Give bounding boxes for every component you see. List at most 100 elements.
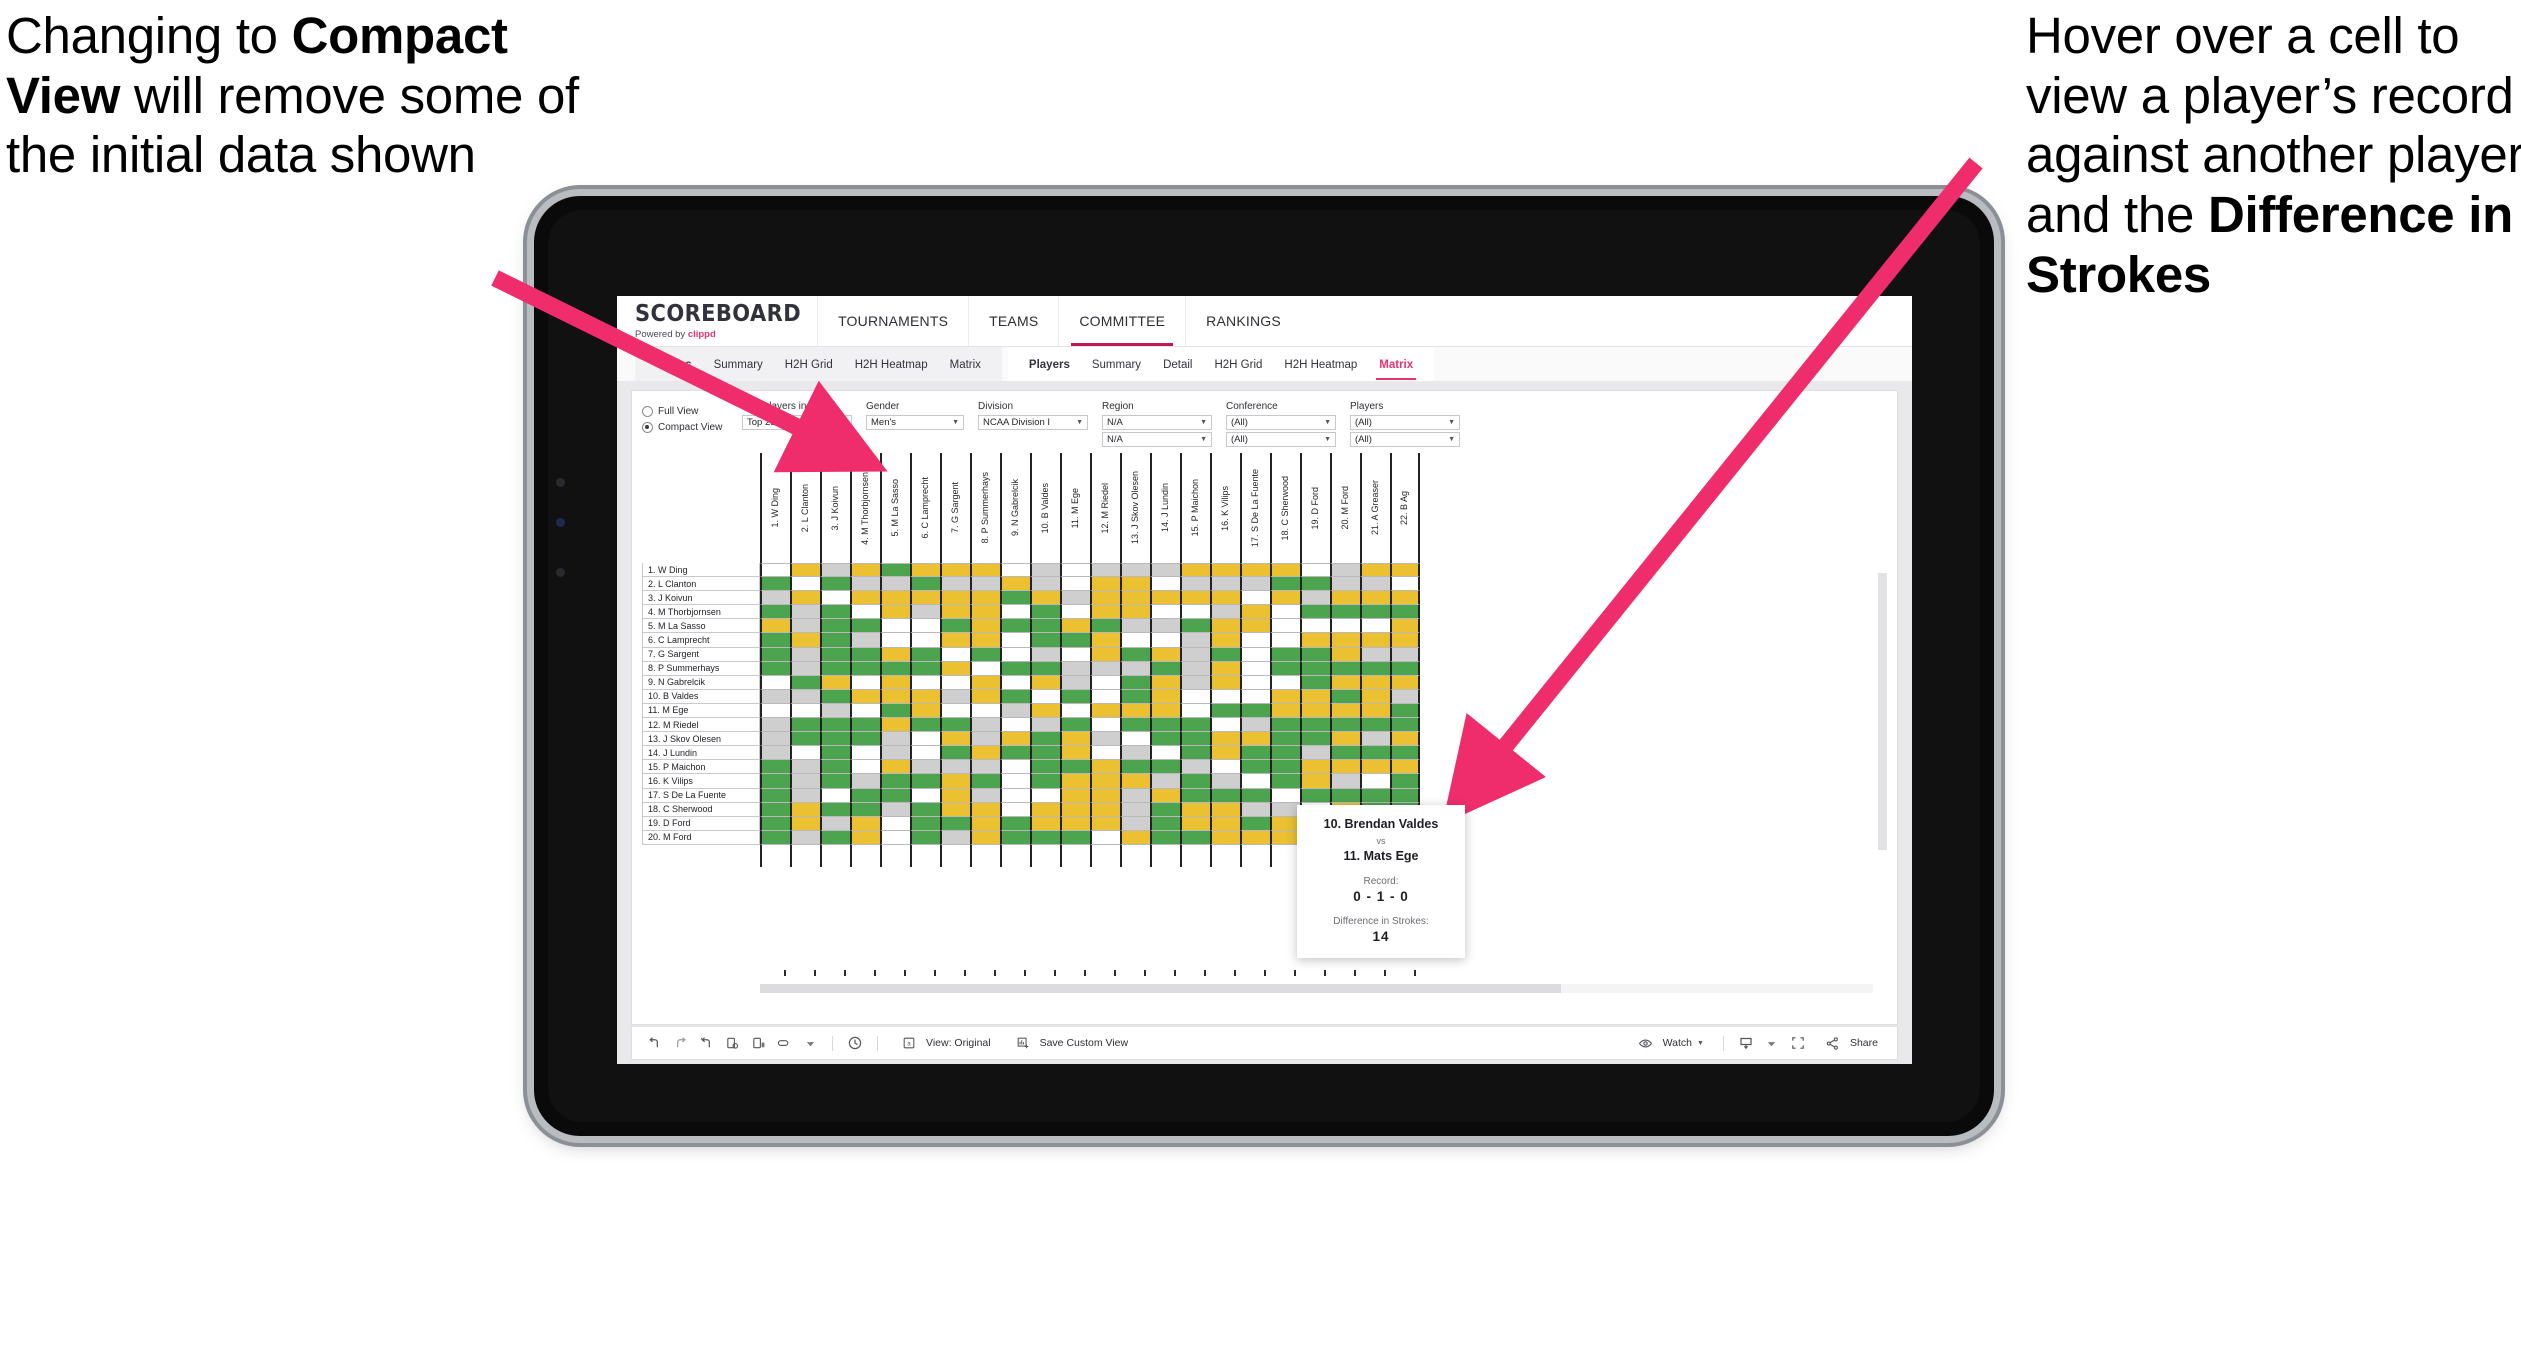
matrix-cell[interactable]: [1120, 619, 1150, 634]
matrix-cell[interactable]: [910, 718, 940, 733]
matrix-cell[interactable]: [820, 591, 850, 606]
matrix-cell[interactable]: [1390, 605, 1420, 620]
matrix-cell[interactable]: [1210, 844, 1240, 867]
matrix-cell[interactable]: [1330, 703, 1360, 719]
matrix-cell[interactable]: [1060, 774, 1090, 789]
matrix-cell[interactable]: [1330, 591, 1360, 606]
matrix-cell[interactable]: [1150, 689, 1180, 704]
matrix-cell[interactable]: [1240, 760, 1270, 775]
filter-players-select-1[interactable]: (All) ▼: [1350, 415, 1460, 430]
matrix-cell[interactable]: [1240, 647, 1270, 662]
matrix-cell[interactable]: [1210, 788, 1240, 803]
matrix-cell[interactable]: [760, 816, 790, 831]
matrix-cell[interactable]: [1210, 774, 1240, 789]
matrix-cell[interactable]: [760, 577, 790, 592]
matrix-cell[interactable]: [1060, 591, 1090, 606]
matrix-cell[interactable]: [940, 802, 970, 817]
matrix-cell[interactable]: [880, 647, 910, 662]
matrix-cell[interactable]: [1390, 633, 1420, 648]
matrix-cell[interactable]: [970, 591, 1000, 606]
matrix-cell[interactable]: [1390, 661, 1420, 676]
matrix-cell[interactable]: [1090, 661, 1120, 676]
matrix-cell[interactable]: [970, 675, 1000, 690]
matrix-cell[interactable]: [820, 774, 850, 789]
matrix-cell[interactable]: [1090, 830, 1120, 845]
matrix-cell[interactable]: [850, 605, 880, 620]
matrix-cell[interactable]: [820, 718, 850, 733]
sub-nav-players-h2h-grid[interactable]: H2H Grid: [1203, 359, 1273, 371]
matrix-cell[interactable]: [850, 788, 880, 803]
matrix-cell[interactable]: [820, 746, 850, 761]
brand-logo[interactable]: SCOREBOARD Powered by clippd: [617, 296, 817, 346]
matrix-cell[interactable]: [1240, 703, 1270, 719]
matrix-cell[interactable]: [1270, 675, 1300, 690]
fullscreen-icon[interactable]: [1786, 1031, 1810, 1055]
matrix-cell[interactable]: [1000, 802, 1030, 817]
matrix-cell[interactable]: [1030, 661, 1060, 676]
matrix-cell[interactable]: [1000, 577, 1030, 592]
matrix-cell[interactable]: [1030, 619, 1060, 634]
matrix-cell[interactable]: [940, 844, 970, 867]
matrix-cell[interactable]: [1300, 788, 1330, 803]
matrix-cell[interactable]: [850, 732, 880, 747]
matrix-cell[interactable]: [1360, 563, 1390, 578]
matrix-cell[interactable]: [1270, 703, 1300, 719]
matrix-cell[interactable]: [1270, 647, 1300, 662]
matrix-cell[interactable]: [760, 647, 790, 662]
matrix-cell[interactable]: [1120, 689, 1150, 704]
matrix-cell[interactable]: [880, 760, 910, 775]
matrix-cell[interactable]: [1300, 760, 1330, 775]
matrix-cell[interactable]: [910, 802, 940, 817]
matrix-cell[interactable]: [760, 661, 790, 676]
matrix-cell[interactable]: [790, 689, 820, 704]
matrix-cell[interactable]: [1150, 774, 1180, 789]
matrix-cell[interactable]: [970, 647, 1000, 662]
filter-region-select-1[interactable]: N/A ▼: [1102, 415, 1212, 430]
matrix-cell[interactable]: [940, 816, 970, 831]
matrix-cell[interactable]: [970, 788, 1000, 803]
matrix-cell[interactable]: [1180, 732, 1210, 747]
matrix-cell[interactable]: [910, 760, 940, 775]
matrix-cell[interactable]: [1090, 647, 1120, 662]
matrix-cell[interactable]: [1360, 605, 1390, 620]
matrix-cell[interactable]: [1270, 816, 1300, 831]
matrix-cell[interactable]: [1000, 816, 1030, 831]
matrix-cell[interactable]: [1060, 661, 1090, 676]
matrix-cell[interactable]: [1000, 746, 1030, 761]
matrix-cell[interactable]: [940, 689, 970, 704]
matrix-cell[interactable]: [1000, 844, 1030, 867]
matrix-cell[interactable]: [1300, 661, 1330, 676]
matrix-cell[interactable]: [1000, 605, 1030, 620]
matrix-cell[interactable]: [1060, 689, 1090, 704]
matrix-cell[interactable]: [1330, 577, 1360, 592]
matrix-cell[interactable]: [1330, 563, 1360, 578]
matrix-cell[interactable]: [1360, 633, 1390, 648]
matrix-cell[interactable]: [970, 633, 1000, 648]
matrix-cell[interactable]: [1090, 675, 1120, 690]
matrix-cell[interactable]: [1060, 647, 1090, 662]
matrix-cell[interactable]: [1120, 816, 1150, 831]
matrix-cell[interactable]: [790, 732, 820, 747]
matrix-cell[interactable]: [940, 703, 970, 719]
matrix-cell[interactable]: [850, 746, 880, 761]
matrix-cell[interactable]: [1210, 661, 1240, 676]
matrix-cell[interactable]: [790, 802, 820, 817]
matrix-cell[interactable]: [1270, 830, 1300, 845]
matrix-cell[interactable]: [1210, 760, 1240, 775]
matrix-cell[interactable]: [1330, 619, 1360, 634]
watch-button[interactable]: Watch ▼: [1625, 1031, 1713, 1055]
matrix-cell[interactable]: [1300, 703, 1330, 719]
matrix-cell[interactable]: [1060, 816, 1090, 831]
matrix-cell[interactable]: [820, 675, 850, 690]
matrix-cell[interactable]: [850, 619, 880, 634]
matrix-cell[interactable]: [1030, 577, 1060, 592]
matrix-cell[interactable]: [910, 830, 940, 845]
matrix-cell[interactable]: [1150, 675, 1180, 690]
matrix-cell[interactable]: [850, 577, 880, 592]
matrix-cell[interactable]: [1330, 675, 1360, 690]
matrix-cell[interactable]: [1060, 605, 1090, 620]
matrix-cell[interactable]: [910, 591, 940, 606]
sub-nav-players-h2h-heatmap[interactable]: H2H Heatmap: [1273, 359, 1368, 371]
matrix-cell[interactable]: [1030, 732, 1060, 747]
matrix-cell[interactable]: [850, 647, 880, 662]
